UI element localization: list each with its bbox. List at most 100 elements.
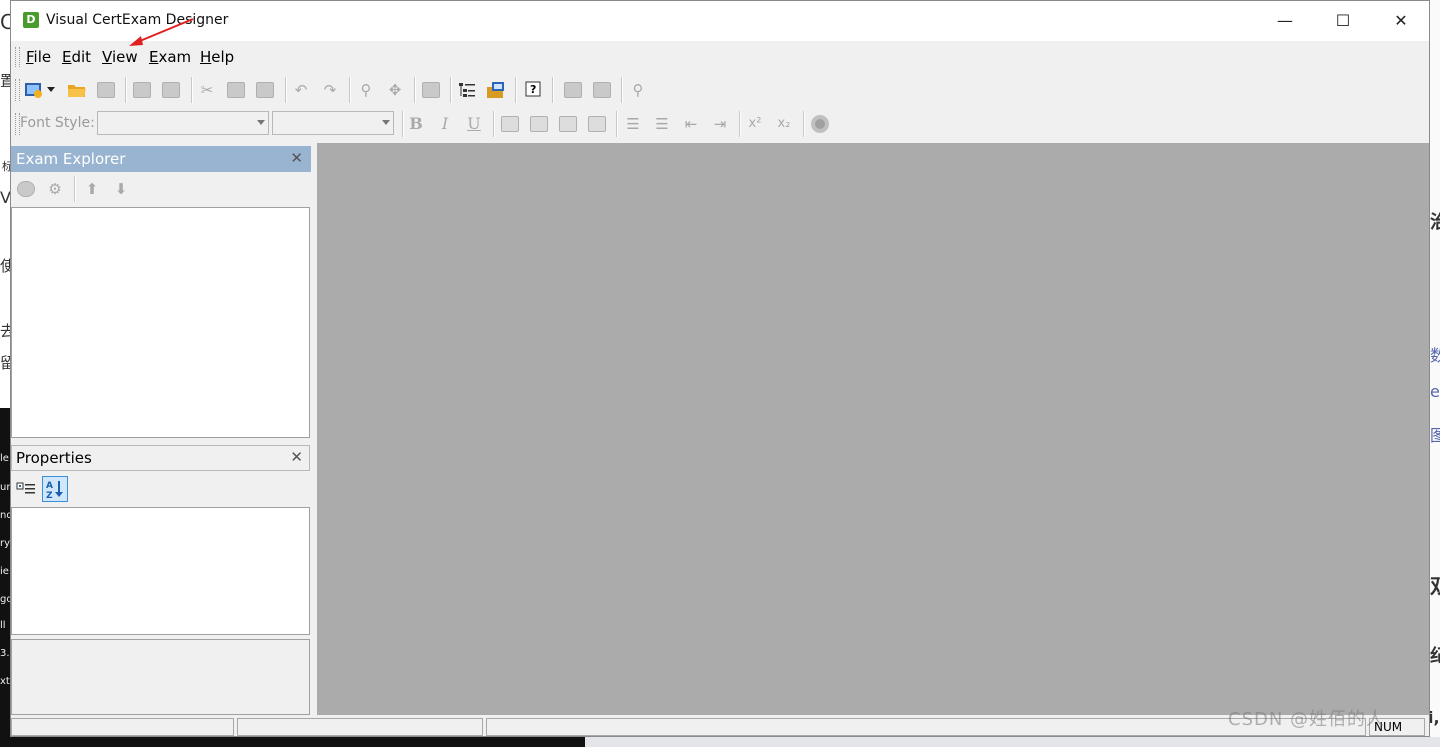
chevron-down-icon <box>257 120 265 125</box>
exam-explorer-title: Exam Explorer <box>16 150 126 168</box>
move-down-icon[interactable]: ⬇ <box>110 178 132 200</box>
menu-bar: File Edit View Exam Help <box>11 41 1429 73</box>
cut-icon[interactable]: ✂ <box>196 79 218 101</box>
toolbar-separator <box>803 111 805 137</box>
menubar-grip[interactable] <box>15 47 20 67</box>
justify-icon[interactable] <box>586 113 608 135</box>
bg-fragment: le <box>0 453 9 464</box>
minimize-button[interactable]: — <box>1256 1 1314 41</box>
move-icon[interactable]: ✥ <box>384 79 406 101</box>
toolbar-separator <box>125 77 127 103</box>
menu-edit[interactable]: Edit <box>62 48 91 66</box>
paste-icon[interactable] <box>254 79 276 101</box>
background-right-strip <box>1430 0 1440 747</box>
menu-file[interactable]: File <box>26 48 51 66</box>
italic-button[interactable]: I <box>434 113 456 135</box>
font-style-label: Font Style: <box>20 115 95 131</box>
zoom-icon[interactable]: ⚲ <box>627 79 649 101</box>
increase-indent-icon[interactable]: ⇥ <box>709 113 731 135</box>
bg-fragment: ie <box>0 566 9 577</box>
bg-fragment: ry <box>0 538 11 549</box>
font-style-select[interactable] <box>97 111 269 135</box>
toolbar-grip[interactable] <box>15 79 20 101</box>
toolbar-separator <box>349 77 351 103</box>
move-up-icon[interactable]: ⬆ <box>81 178 103 200</box>
exam-explorer-header: Exam Explorer ✕ <box>11 146 311 172</box>
app-logo-icon: D <box>23 12 39 28</box>
toolbar-separator <box>402 111 404 137</box>
document-workspace[interactable] <box>317 143 1429 715</box>
alphabetical-sort-icon[interactable]: AZ <box>42 476 68 502</box>
bullet-list-icon[interactable]: ☰ <box>651 113 673 135</box>
properties-title: Properties <box>16 449 92 467</box>
superscript-button[interactable]: x² <box>744 113 766 135</box>
status-bar: NUM <box>11 716 1429 736</box>
new-exam-icon[interactable] <box>23 79 45 101</box>
subscript-button[interactable]: x₂ <box>773 113 795 135</box>
color-icon[interactable] <box>809 113 831 135</box>
bg-fragment: 3. <box>0 648 10 659</box>
bg-fragment: 纪 <box>1430 646 1440 667</box>
bold-button[interactable]: B <box>405 113 427 135</box>
svg-text:Z: Z <box>46 491 53 499</box>
svg-text:A: A <box>46 481 53 491</box>
exam-explorer-toolbar: ⚙ ⬆ ⬇ <box>11 172 311 206</box>
bg-fragment: 治 <box>1430 212 1440 233</box>
properties-header: Properties ✕ <box>11 445 310 471</box>
copy-icon[interactable] <box>225 79 247 101</box>
redo-icon[interactable]: ↷ <box>319 79 341 101</box>
print-icon[interactable] <box>131 79 153 101</box>
property-description-panel <box>11 639 310 715</box>
bg-fragment: ll <box>0 620 6 631</box>
bg-fragment: ur <box>0 482 11 493</box>
menu-help[interactable]: Help <box>200 48 234 66</box>
status-panel-1 <box>11 718 234 736</box>
status-panel-2 <box>237 718 483 736</box>
new-dropdown-chevron-icon[interactable] <box>45 79 57 101</box>
open-folder-icon[interactable] <box>66 79 88 101</box>
align-center-icon[interactable] <box>528 113 550 135</box>
categorized-view-icon[interactable] <box>15 478 37 500</box>
decrease-indent-icon[interactable]: ⇤ <box>680 113 702 135</box>
toolbar-separator <box>739 111 741 137</box>
toolbar-separator <box>74 176 76 202</box>
undo-icon[interactable]: ↶ <box>290 79 312 101</box>
properties-close-icon[interactable]: ✕ <box>290 448 303 466</box>
print-preview-icon[interactable] <box>160 79 182 101</box>
maximize-button[interactable]: ☐ <box>1314 1 1372 41</box>
settings-gear-icon[interactable]: ⚙ <box>44 178 66 200</box>
background-dark-bottom <box>0 737 585 747</box>
numbered-list-icon[interactable]: ☰ <box>622 113 644 135</box>
background-gray-bottom <box>585 737 1440 747</box>
find-icon[interactable]: ⚲ <box>355 79 377 101</box>
title-bar[interactable]: D Visual CertExam Designer — ☐ ✕ <box>11 1 1429 41</box>
bg-fragment: 数 <box>1430 346 1440 365</box>
toolbar-separator <box>414 77 416 103</box>
exam-tree-view[interactable] <box>11 207 310 438</box>
bg-fragment: xt <box>0 676 10 687</box>
annotation-arrow-icon <box>129 18 194 46</box>
align-left-icon[interactable] <box>499 113 521 135</box>
exam-explorer-close-icon[interactable]: ✕ <box>290 149 303 167</box>
format-toolbar: Font Style: B I U ☰ ☰ ⇤ ⇥ x² x₂ <box>11 107 1429 141</box>
save-icon[interactable] <box>95 79 117 101</box>
toolbar-separator <box>450 77 452 103</box>
previous-icon[interactable] <box>562 79 584 101</box>
toolbar-separator <box>515 77 517 103</box>
help-icon[interactable]: ? <box>522 79 544 101</box>
toolbar-separator <box>621 77 623 103</box>
next-icon[interactable] <box>591 79 613 101</box>
chevron-down-icon <box>382 120 390 125</box>
align-right-icon[interactable] <box>557 113 579 135</box>
exam-explorer-toggle-icon[interactable] <box>456 79 478 101</box>
watermark: CSDN @姓佰的人 <box>1228 709 1386 730</box>
underline-button[interactable]: U <box>463 113 485 135</box>
font-size-select[interactable] <box>272 111 394 135</box>
bg-fragment: 双 <box>1430 570 1440 599</box>
image-icon[interactable] <box>420 79 442 101</box>
properties-toggle-icon[interactable] <box>485 79 507 101</box>
close-window-button[interactable]: ✕ <box>1372 1 1429 41</box>
property-grid[interactable] <box>11 507 310 635</box>
bg-fragment: 图 <box>1430 426 1440 445</box>
add-item-icon[interactable] <box>15 178 37 200</box>
